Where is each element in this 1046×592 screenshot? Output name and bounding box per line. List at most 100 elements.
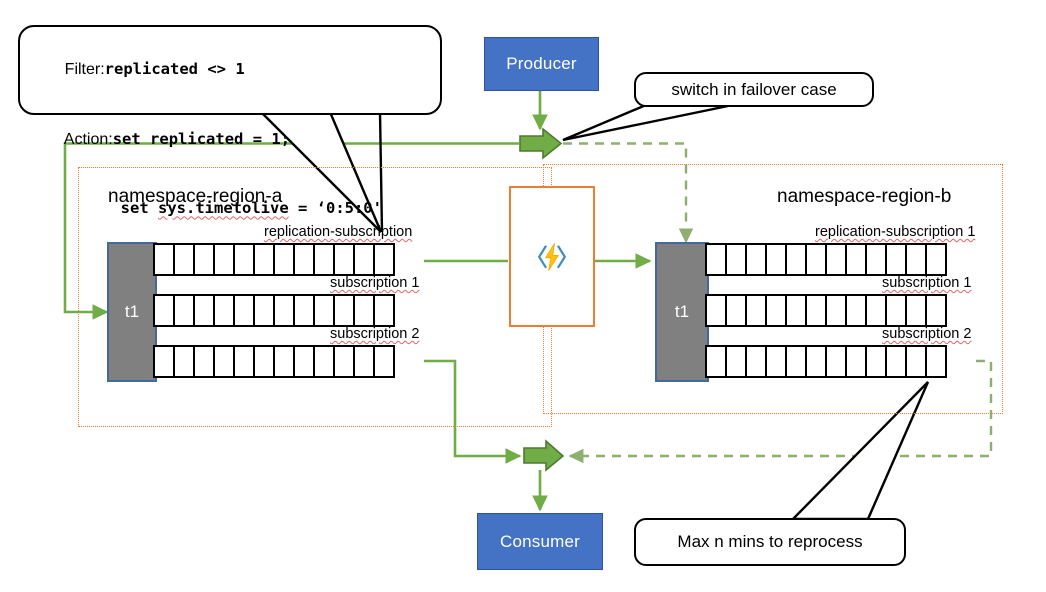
queue-cell: [213, 294, 235, 327]
queue-cell: [253, 345, 275, 378]
queue-cell: [373, 243, 395, 276]
region-b-topic-t1[interactable]: t1: [655, 242, 709, 382]
queue-cell: [765, 243, 787, 276]
queue-cell: [825, 294, 847, 327]
region-a-topic-t1[interactable]: t1: [107, 242, 157, 382]
queue-cell: [253, 243, 275, 276]
queue-cell: [705, 243, 727, 276]
reprocess-callout[interactable]: Max n mins to reprocess: [634, 518, 906, 566]
rule-action-value-1: set replicated = 1;: [112, 129, 291, 148]
region-b-title: namespace-region-b: [777, 186, 952, 207]
queue-cell: [745, 345, 767, 378]
queue-cell: [153, 345, 175, 378]
queue-cell: [805, 294, 827, 327]
queue-cell: [353, 243, 375, 276]
queue-cell: [193, 243, 215, 276]
queue-cell: [333, 294, 355, 327]
queue-cell: [253, 294, 275, 327]
region-b-sub-label-0: replication-subscription 1: [815, 224, 976, 240]
region-b-queue-row-2[interactable]: [705, 345, 947, 378]
rule-action-label: Action:: [63, 130, 113, 148]
queue-cell: [705, 294, 727, 327]
rule-action-value-2-squiggle: sys.timetolive: [158, 199, 289, 218]
queue-cell: [885, 345, 907, 378]
queue-cell: [173, 243, 195, 276]
queue-cell: [213, 345, 235, 378]
producer-box[interactable]: Producer: [484, 37, 599, 91]
consumer-box[interactable]: Consumer: [477, 513, 603, 570]
region-a-queue-row-2[interactable]: [153, 345, 395, 378]
queue-cell: [865, 345, 887, 378]
region-b-queue-row-1[interactable]: [705, 294, 947, 327]
queue-cell: [193, 345, 215, 378]
queue-cell: [925, 345, 947, 378]
region-b-queue-row-0[interactable]: [705, 243, 947, 276]
diagram-canvas: Producer Consumer namespace-region-a t1 …: [0, 0, 1046, 592]
queue-cell: [825, 243, 847, 276]
azure-function-box[interactable]: [509, 186, 595, 327]
queue-cell: [273, 294, 295, 327]
failover-callout-tail: [562, 103, 729, 142]
queue-cell: [865, 294, 887, 327]
queue-cell: [905, 294, 927, 327]
queue-cell: [885, 294, 907, 327]
queue-cell: [373, 345, 395, 378]
queue-cell: [153, 243, 175, 276]
queue-cell: [705, 345, 727, 378]
region-a-queue-row-0[interactable]: [153, 243, 395, 276]
queue-cell: [925, 243, 947, 276]
queue-cell: [293, 294, 315, 327]
queue-cell: [905, 243, 927, 276]
queue-cell: [353, 294, 375, 327]
queue-cell: [745, 294, 767, 327]
queue-cell: [805, 243, 827, 276]
rule-action-line-1: Action:set replicated = 1;: [38, 105, 290, 175]
queue-cell: [845, 294, 867, 327]
queue-cell: [725, 294, 747, 327]
consumer-label: Consumer: [499, 531, 581, 551]
azure-function-bolt-icon: [538, 242, 566, 271]
queue-cell: [293, 243, 315, 276]
queue-cell: [293, 345, 315, 378]
rule-filter-value: replicated <> 1: [104, 60, 245, 79]
region-a-sub-label-2: subscription 2: [330, 326, 420, 342]
failover-callout[interactable]: switch in failover case: [634, 72, 874, 107]
reprocess-callout-text: Max n mins to reprocess: [677, 532, 863, 551]
queue-cell: [213, 243, 235, 276]
rule-filter-line: Filter:replicated <> 1: [38, 35, 245, 105]
queue-cell: [825, 345, 847, 378]
rule-action-value-2-suffix: = ‘0:5:0': [288, 199, 382, 218]
rule-action-line-2: set sys.timetolive = ‘0:5:0': [38, 174, 382, 244]
queue-cell: [925, 294, 947, 327]
queue-cell: [153, 294, 175, 327]
queue-cell: [865, 243, 887, 276]
queue-cell: [273, 243, 295, 276]
region-b-sub-label-1: subscription 1: [882, 275, 972, 291]
queue-cell: [765, 345, 787, 378]
rule-callout[interactable]: Filter:replicated <> 1 Action:set replic…: [18, 25, 442, 217]
queue-cell: [725, 345, 747, 378]
queue-cell: [313, 294, 335, 327]
rule-filter-label: Filter:: [64, 61, 105, 79]
region-a-queue-row-1[interactable]: [153, 294, 395, 327]
queue-cell: [173, 345, 195, 378]
egress-block-arrow-icon: [523, 439, 565, 472]
queue-cell: [353, 345, 375, 378]
queue-cell: [785, 294, 807, 327]
queue-cell: [173, 294, 195, 327]
queue-cell: [233, 294, 255, 327]
queue-cell: [805, 345, 827, 378]
queue-cell: [785, 243, 807, 276]
region-b-topic-label: t1: [674, 302, 690, 321]
queue-cell: [273, 345, 295, 378]
queue-cell: [745, 243, 767, 276]
queue-cell: [333, 243, 355, 276]
queue-cell: [845, 345, 867, 378]
queue-cell: [193, 294, 215, 327]
rule-action-value-2-prefix: set: [120, 199, 158, 218]
queue-cell: [765, 294, 787, 327]
queue-cell: [725, 243, 747, 276]
queue-cell: [373, 294, 395, 327]
region-a-topic-label: t1: [124, 302, 140, 321]
failover-callout-text: switch in failover case: [671, 79, 837, 99]
